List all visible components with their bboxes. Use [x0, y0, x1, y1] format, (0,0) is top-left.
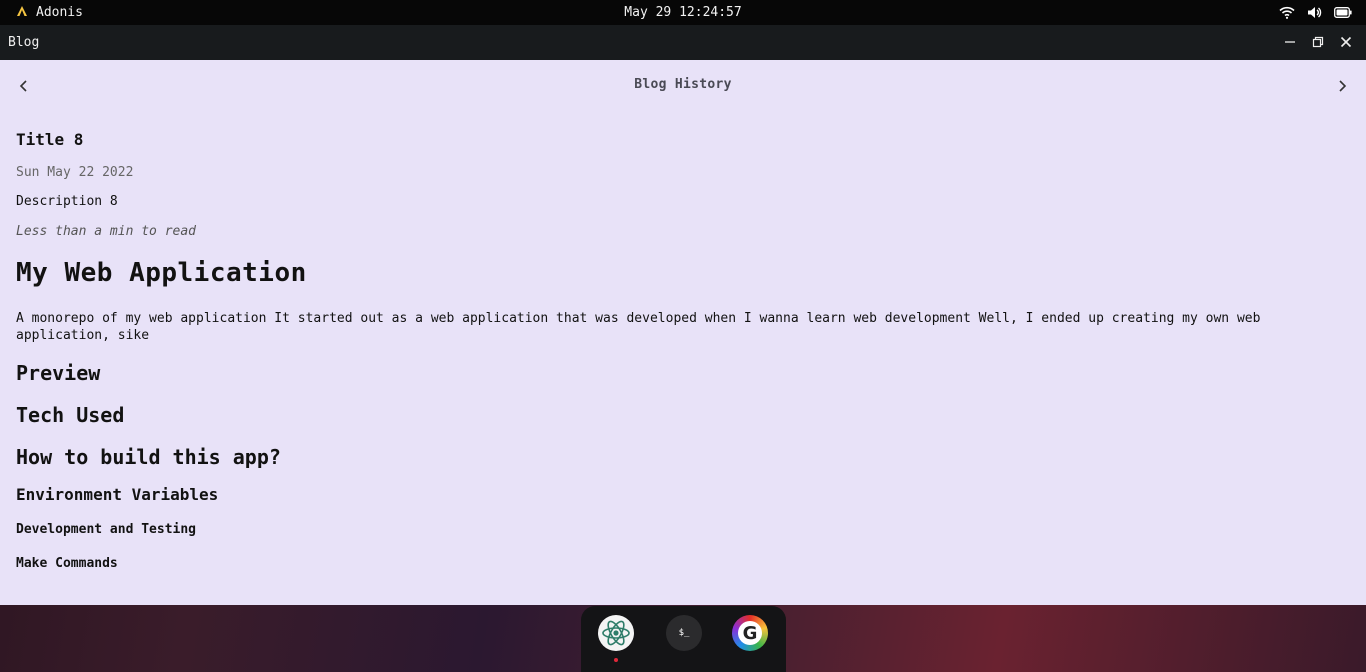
terminal-app-icon[interactable]: $_ — [666, 615, 702, 651]
system-top-bar: Adonis May 29 12:24:57 — [0, 0, 1366, 25]
post-title: Title 8 — [16, 130, 84, 149]
window-titlebar[interactable]: Blog — [0, 25, 1366, 60]
subsection-dev-testing: Development and Testing — [16, 522, 197, 537]
running-indicator — [614, 658, 618, 662]
nav-title: Blog History — [634, 77, 732, 92]
restore-button[interactable] — [1308, 32, 1328, 52]
clock[interactable]: May 29 12:24:57 — [0, 5, 1366, 20]
battery-icon[interactable] — [1334, 7, 1352, 18]
minimize-button[interactable] — [1280, 32, 1300, 52]
volume-icon[interactable] — [1307, 6, 1322, 19]
post-read-time: Less than a min to read — [16, 224, 197, 239]
section-preview: Preview — [16, 361, 101, 385]
post-date: Sun May 22 2022 — [16, 165, 134, 180]
section-how-to-build: How to build this app? — [16, 445, 281, 469]
system-tray[interactable] — [1279, 0, 1352, 25]
article-heading: My Web Application — [16, 258, 307, 288]
google-chrome-app-icon[interactable]: G — [732, 615, 768, 651]
wifi-icon[interactable] — [1279, 6, 1295, 19]
article-intro: A monorepo of my web application It star… — [16, 311, 1261, 343]
electron-app-icon[interactable] — [598, 615, 634, 651]
google-logo-letter: G — [738, 621, 762, 645]
next-post-button[interactable] — [1332, 76, 1352, 96]
blog-window: Blog Blog History Title 8 Sun May 22 202… — [0, 25, 1366, 605]
chevron-right-icon — [1339, 80, 1347, 92]
post-description: Description 8 — [16, 194, 118, 209]
subsection-env-vars: Environment Variables — [16, 485, 219, 504]
dock: $_ G — [581, 606, 786, 672]
terminal-prompt-label: $_ — [678, 628, 690, 638]
close-button[interactable] — [1336, 32, 1356, 52]
window-title: Blog — [8, 35, 40, 50]
blog-nav: Blog History — [0, 60, 1366, 108]
section-tech-used: Tech Used — [16, 403, 125, 427]
subsection-make-commands: Make Commands — [16, 556, 118, 571]
